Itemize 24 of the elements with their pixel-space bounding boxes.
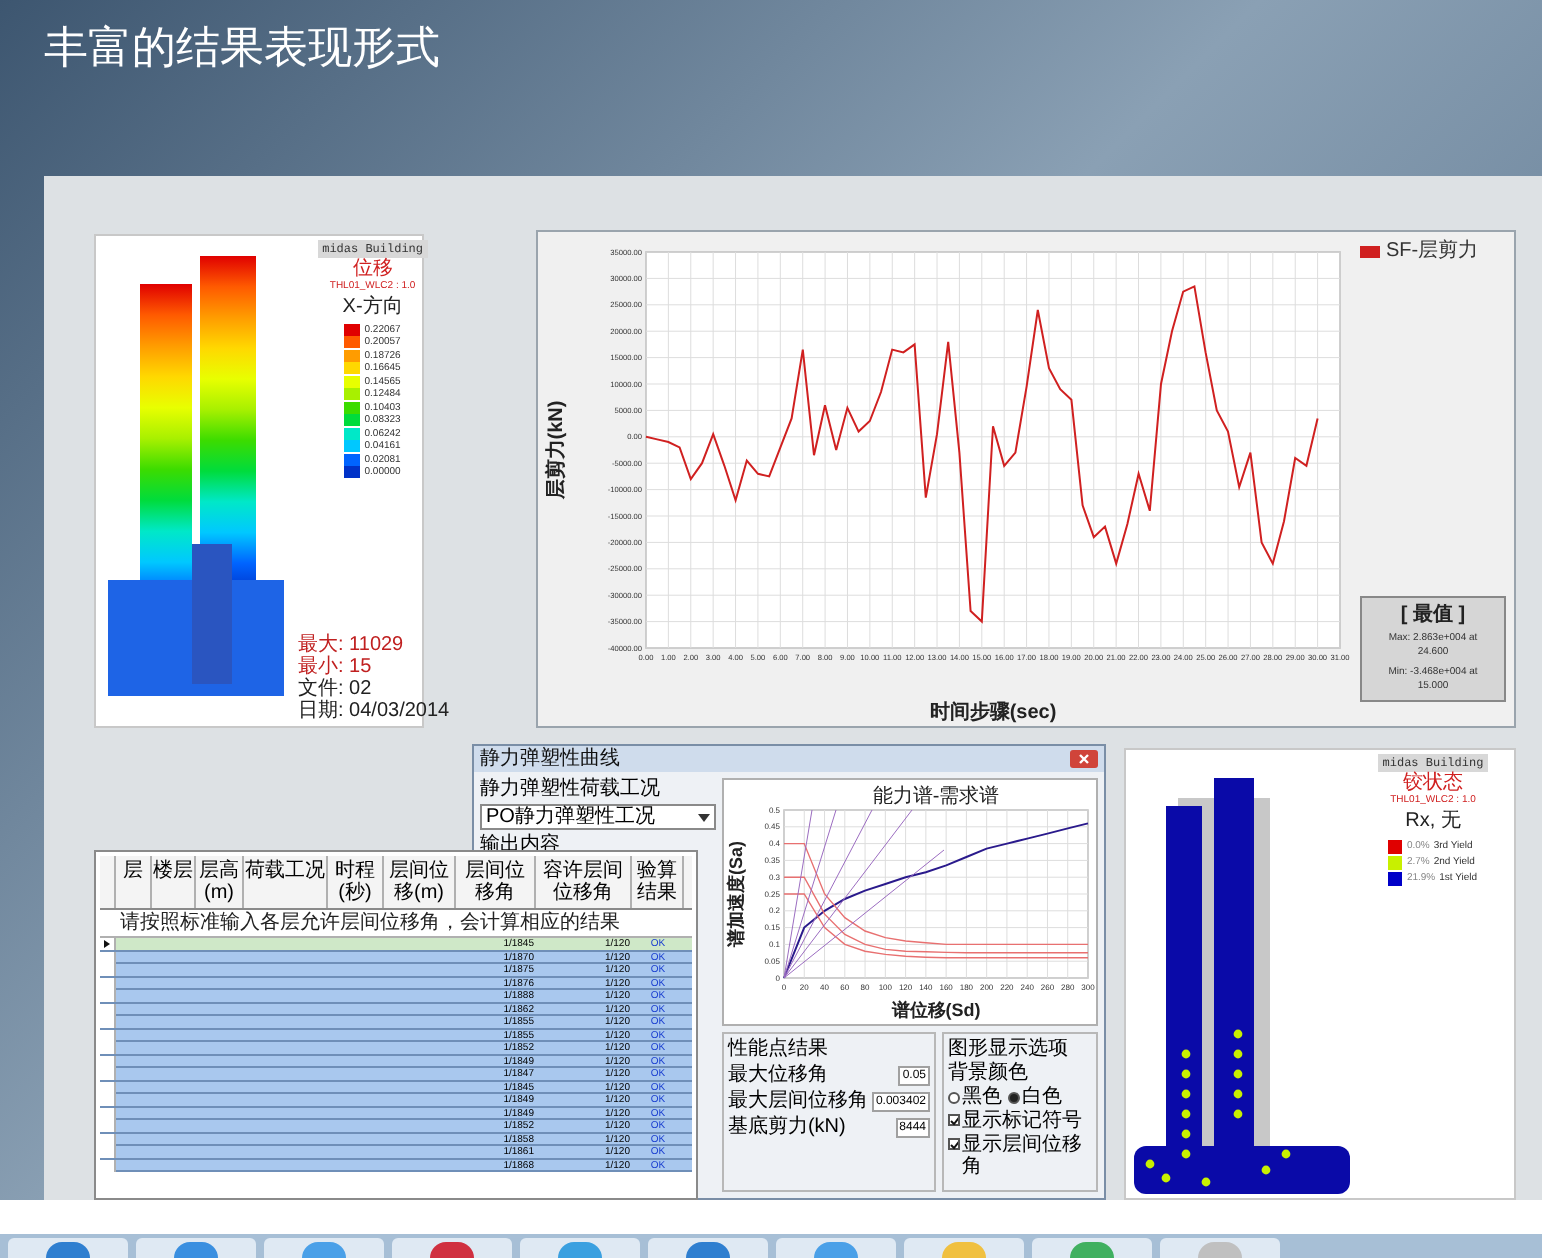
slide-title: 丰富的结果表现形式 bbox=[44, 20, 442, 76]
group-label: 图形显示选项 bbox=[948, 1038, 1070, 1060]
chart-title: 能力谱-需求谱 bbox=[872, 786, 1000, 808]
window-title: 静力弹塑性曲线 bbox=[480, 748, 620, 770]
summary-title: [ 最值 ] bbox=[1400, 604, 1466, 626]
info-text: 日期: 04/03/2014 bbox=[298, 700, 450, 722]
axis-title: 时间步骤(sec) bbox=[929, 702, 1057, 724]
group-label: 性能点结果 bbox=[727, 1038, 830, 1060]
field-label: 最大层间位移角 bbox=[727, 1090, 868, 1112]
axis-title: 谱加速度(Sa) bbox=[725, 841, 746, 947]
component-label: X-方向 bbox=[342, 295, 403, 319]
field-label: 最大位移角 bbox=[727, 1064, 828, 1086]
info-text: 文件: 02 bbox=[298, 678, 372, 700]
info-text: 最大: 11029 bbox=[298, 634, 404, 656]
info-text: 最小: 15 bbox=[298, 656, 372, 678]
result-label: 位移 bbox=[352, 258, 393, 280]
axis-title: 谱位移(Sd) bbox=[891, 1000, 981, 1020]
field-label: 背景颜色 bbox=[948, 1062, 1030, 1084]
field-label: 静力弹塑性荷载工况 bbox=[480, 778, 662, 800]
axis-title: 层剪力(kN) bbox=[546, 400, 568, 500]
result-label: 铰状态 bbox=[1403, 772, 1463, 794]
component-label: Rx, 无 bbox=[1405, 809, 1461, 833]
field-label: 基底剪力(kN) bbox=[727, 1116, 846, 1138]
legend-label: SF-层剪力 bbox=[1386, 240, 1479, 262]
